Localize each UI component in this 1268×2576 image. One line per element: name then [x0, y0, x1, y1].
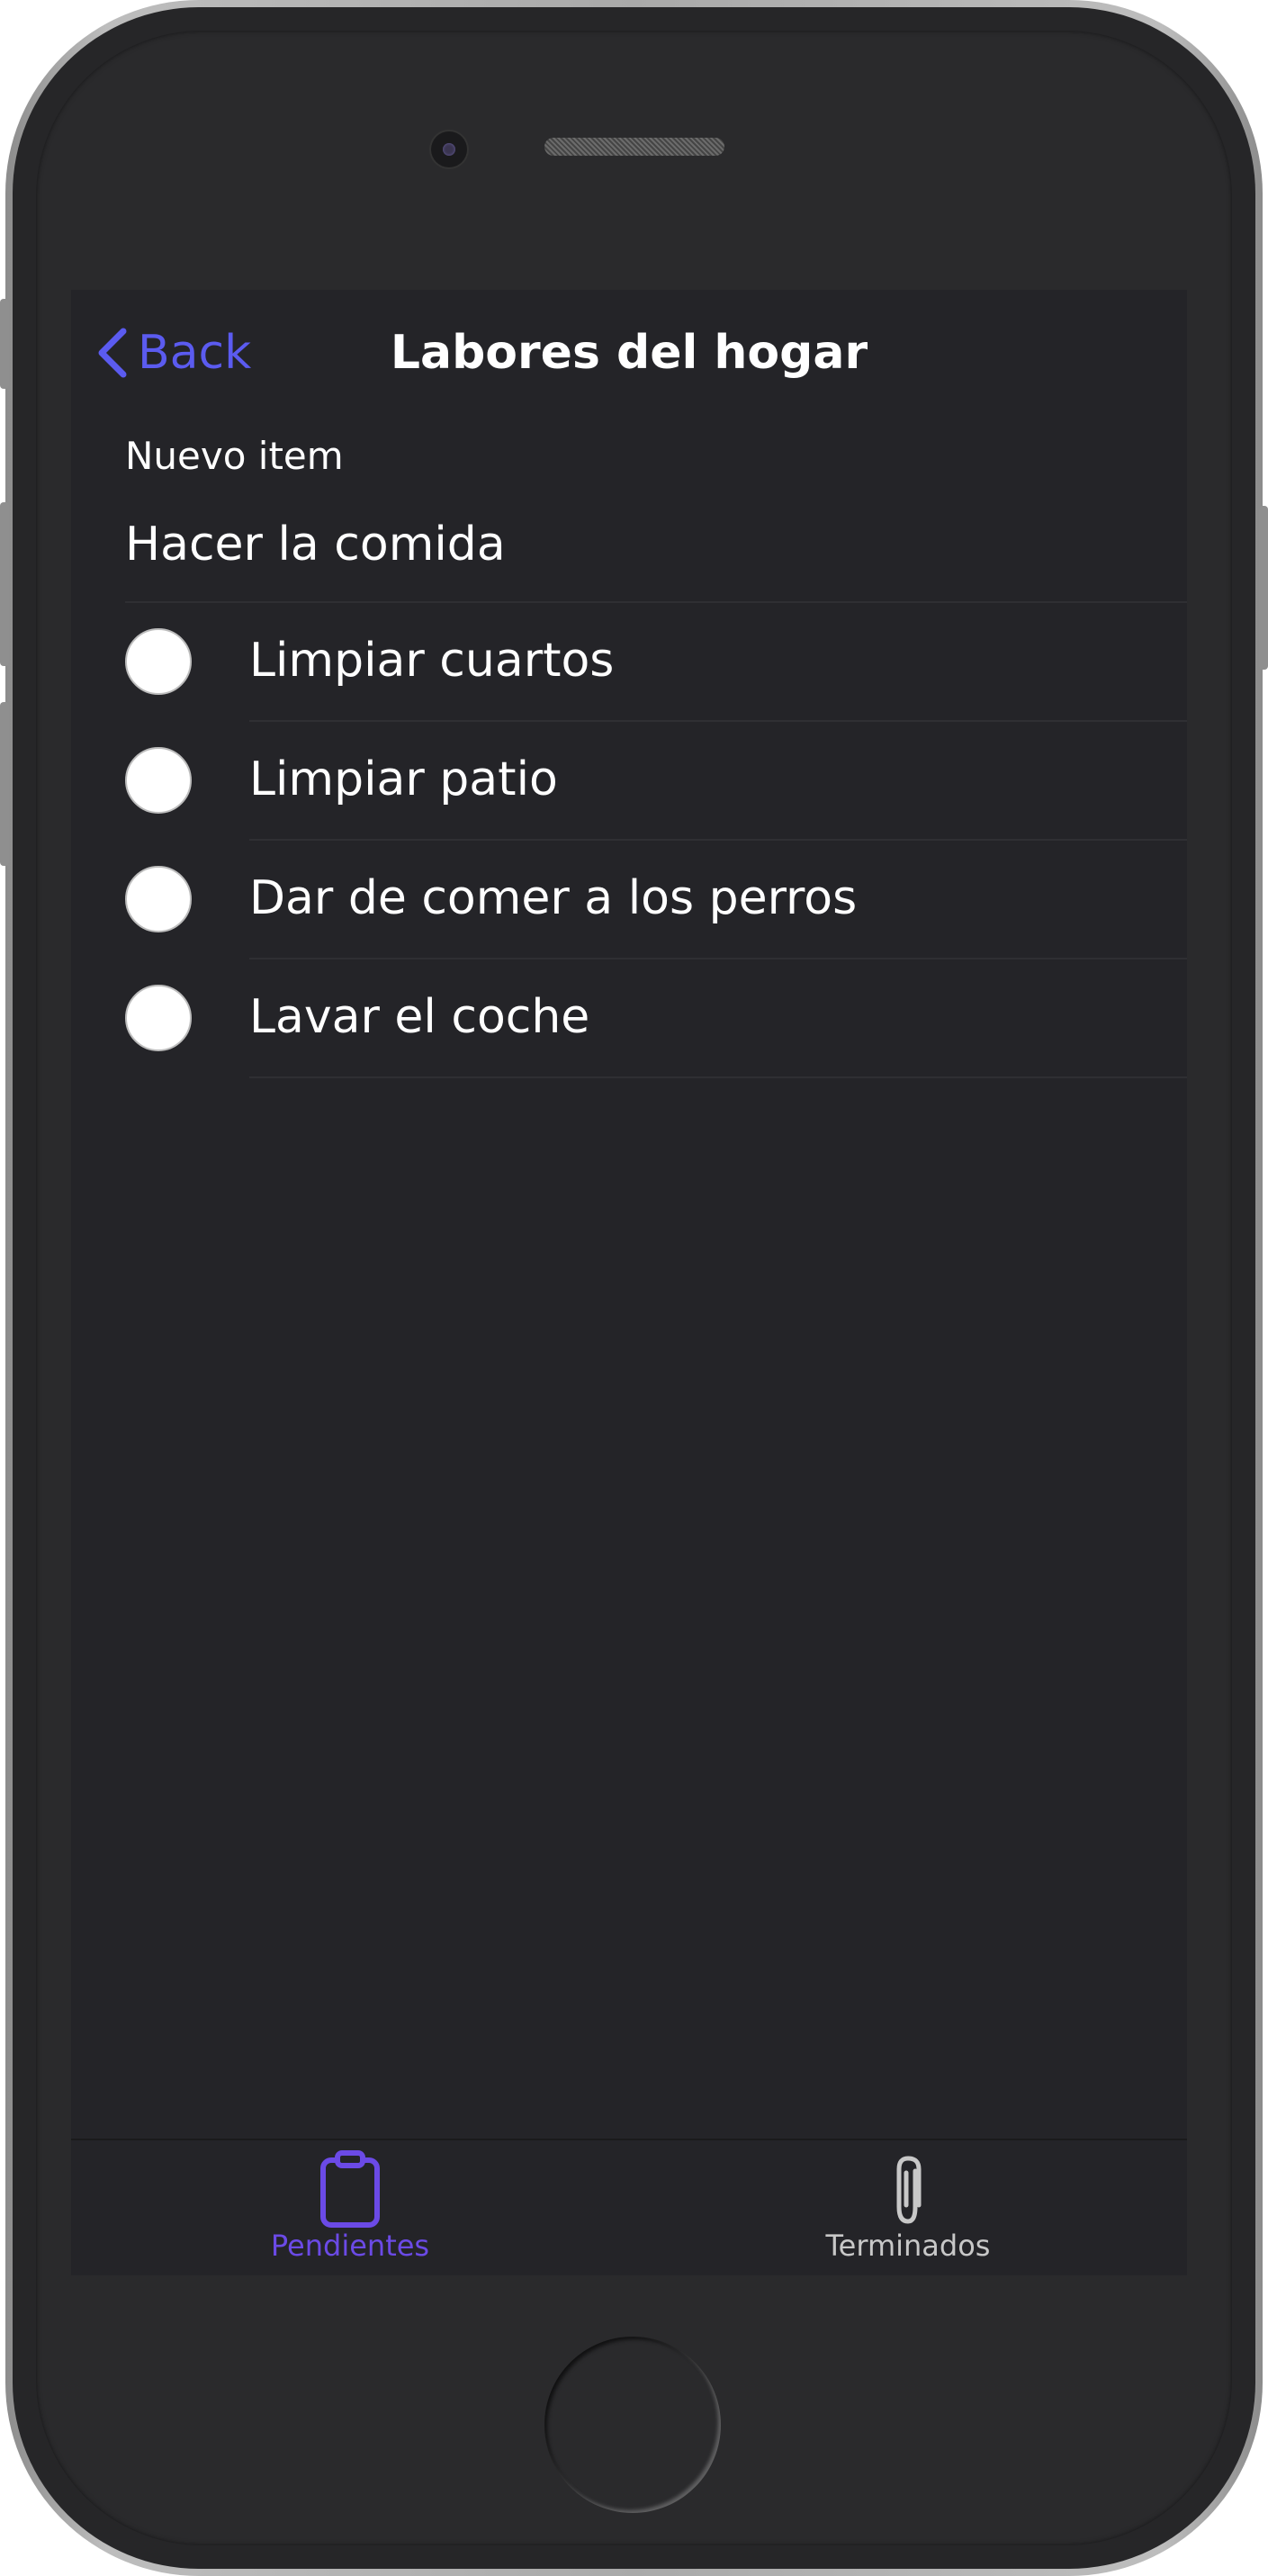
tab-bar: Pendientes Terminados [71, 2139, 1187, 2275]
task-checkbox[interactable] [125, 628, 192, 695]
task-label: Dar de comer a los perros [249, 871, 858, 925]
row-divider [249, 1076, 1187, 1078]
task-row[interactable]: Limpiar patio [71, 722, 1187, 841]
home-button[interactable] [544, 2337, 721, 2513]
clipboard-icon [320, 2150, 380, 2228]
paperclip-icon [896, 2156, 922, 2224]
volume-up-button [0, 502, 9, 666]
task-list: Limpiar cuartos Limpiar patio Dar de com… [71, 603, 1187, 1078]
task-checkbox[interactable] [125, 866, 192, 932]
task-checkbox[interactable] [125, 747, 192, 814]
earpiece-speaker [544, 138, 724, 156]
mute-switch [0, 299, 9, 389]
task-label: Limpiar patio [249, 752, 558, 806]
new-item-label: Nuevo item [125, 434, 344, 478]
tab-terminados[interactable]: Terminados [629, 2140, 1187, 2275]
task-row[interactable]: Lavar el coche [71, 959, 1187, 1078]
tab-pendientes[interactable]: Pendientes [71, 2140, 629, 2275]
task-label: Limpiar cuartos [249, 634, 615, 688]
task-checkbox[interactable] [125, 985, 192, 1051]
task-label: Lavar el coche [249, 990, 590, 1044]
app-screen: Back Labores del hogar Nuevo item Limpia… [71, 290, 1187, 2275]
task-row[interactable]: Limpiar cuartos [71, 603, 1187, 722]
front-camera [431, 131, 467, 167]
page-title: Labores del hogar [390, 326, 868, 380]
navigation-bar: Back Labores del hogar [71, 290, 1187, 411]
task-row[interactable]: Dar de comer a los perros [71, 841, 1187, 959]
tab-label: Terminados [825, 2229, 991, 2263]
volume-down-button [0, 702, 9, 866]
new-item-input[interactable] [125, 510, 1151, 579]
tab-label: Pendientes [270, 2229, 430, 2263]
power-button [1259, 506, 1268, 670]
